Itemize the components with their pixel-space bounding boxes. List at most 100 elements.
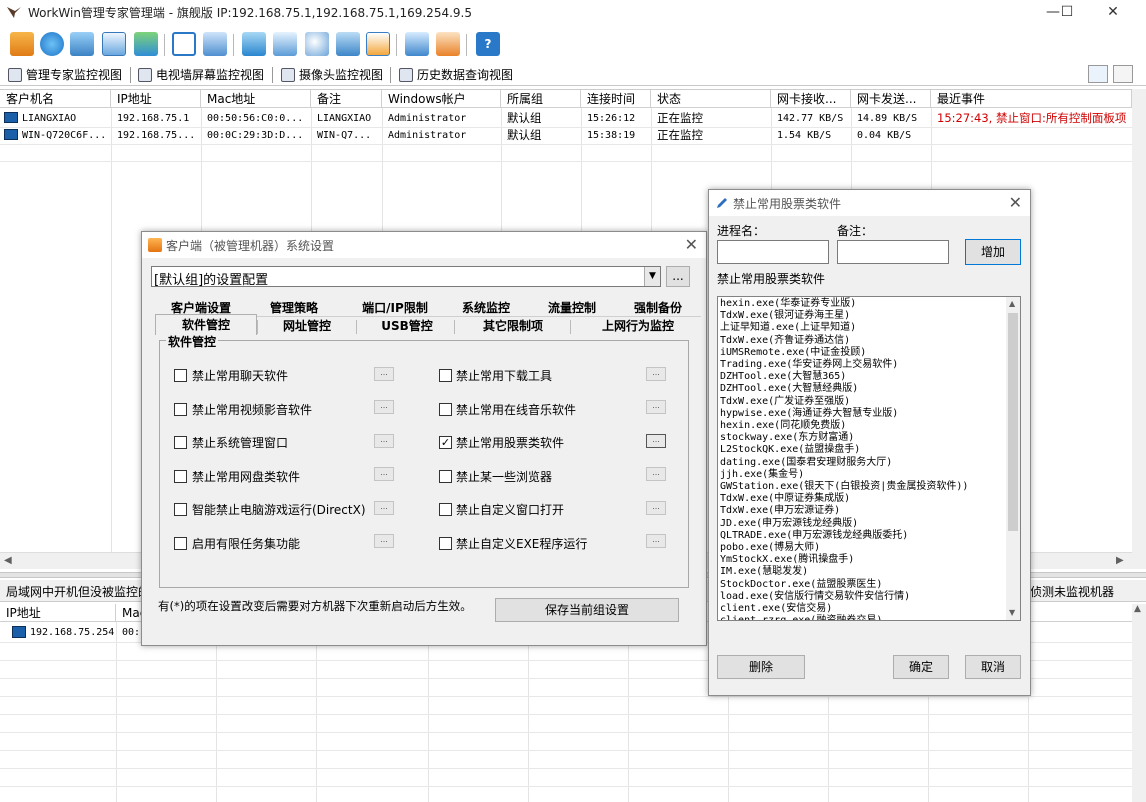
list-item[interactable]: DZHTool.exe(大智慧365) [720, 371, 846, 383]
stock-software-list[interactable]: hexin.exe(华泰证券专业版) TdxW.exe(银河证券海王星) 上证早知道… [717, 296, 1021, 621]
grid-icon[interactable] [172, 32, 196, 56]
chevron-down-icon[interactable]: ▼ [1009, 608, 1015, 617]
list-item[interactable]: jjh.exe(集金号) [720, 469, 804, 481]
checkbox-block-sys-window[interactable] [174, 436, 187, 449]
close-icon[interactable]: ✕ [1009, 193, 1022, 212]
report-icon[interactable] [102, 32, 126, 56]
checkbox-block-download[interactable] [439, 369, 452, 382]
list-item[interactable]: hypwise.exe(海通证券大智慧专业版) [720, 408, 898, 420]
maximize-button[interactable]: ☐ [1044, 0, 1090, 24]
tab-tvwall-view[interactable]: 电视墙屏幕监控视图 [136, 65, 264, 85]
col-header[interactable]: Windows帐户 [382, 90, 501, 108]
list-item[interactable]: hexin.exe(华泰证券专业版) [720, 298, 856, 310]
config-more-button[interactable]: ... [666, 266, 690, 287]
list-item[interactable]: GWStation.exe(银天下(白银投资|贵金属投资软件)) [720, 481, 968, 493]
col-header[interactable]: 状态 [651, 90, 771, 108]
list-item[interactable]: hexin.exe(同花顺免费版) [720, 420, 846, 432]
list-scrollbar[interactable]: ▲ ▼ [1006, 297, 1020, 620]
remark-input[interactable] [837, 240, 949, 264]
option-config-button[interactable]: ... [374, 400, 394, 414]
option-config-button[interactable]: ... [374, 534, 394, 548]
list-item[interactable]: TdxW.exe(申万宏源证券) [720, 505, 840, 517]
list-item[interactable]: dating.exe(国泰君安理财服务大厅) [720, 457, 892, 469]
list-item[interactable]: stockway.exe(东方财富通) [720, 432, 854, 444]
stock-dialog-titlebar[interactable]: 禁止常用股票类软件 ✕ [709, 190, 1030, 216]
process-name-input[interactable] [717, 240, 829, 264]
tab-management-policy[interactable]: 管理策略 [258, 299, 330, 316]
option-config-button[interactable]: ... [646, 367, 666, 381]
col-header[interactable]: 客户机名 [0, 90, 111, 108]
search-view-icon[interactable] [1088, 65, 1108, 83]
settings-icon[interactable] [70, 32, 94, 56]
scrollbar-thumb[interactable] [1008, 313, 1018, 531]
list-item[interactable]: pobo.exe(博易大师) [720, 542, 820, 554]
list-item[interactable]: iUMSRemote.exe(中证金投顾) [720, 347, 866, 359]
chevron-up-icon[interactable]: ▲ [1134, 604, 1141, 614]
tab-usb-control[interactable]: USB管控 [362, 317, 452, 334]
chevron-down-icon[interactable]: ▼ [644, 267, 660, 286]
tab-history-view[interactable]: 历史数据查询视图 [397, 65, 513, 85]
delete-button[interactable]: 删除 [717, 655, 805, 679]
tab-system-monitor[interactable]: 系统监控 [454, 299, 518, 316]
checkbox-block-games[interactable] [174, 503, 187, 516]
list-item[interactable]: TdxW.exe(银河证券海王星) [720, 310, 850, 322]
list-item[interactable]: JD.exe(申万宏源钱龙经典版) [720, 518, 858, 530]
cast-icon[interactable] [273, 32, 297, 56]
option-config-button[interactable]: ... [374, 367, 394, 381]
option-config-button[interactable]: ... [646, 534, 666, 548]
checkbox-limited-tasks[interactable] [174, 537, 187, 550]
alert-icon[interactable] [436, 32, 460, 56]
option-config-button[interactable]: ... [374, 501, 394, 515]
col-header[interactable]: Mac地址 [201, 90, 311, 108]
checkbox-block-stock[interactable]: ✓ [439, 436, 452, 449]
search-icon[interactable] [305, 32, 329, 56]
add-button[interactable]: 增加 [965, 239, 1021, 265]
tab-other-limits[interactable]: 其它限制项 [468, 317, 558, 334]
option-config-button[interactable]: ... [374, 467, 394, 481]
table-row[interactable]: WIN-Q720C6F... 192.168.75... 00:0C:29:3D… [0, 127, 1132, 144]
users-icon[interactable] [134, 32, 158, 56]
chart-icon[interactable] [366, 32, 390, 56]
option-config-button[interactable]: ... [646, 434, 666, 448]
config-select[interactable]: [默认组]的设置配置 ▼ [151, 266, 661, 288]
lower-vertical-scrollbar[interactable]: ▲ [1132, 604, 1146, 802]
network-icon[interactable] [336, 32, 360, 56]
list-item[interactable]: YmStockX.exe(腾讯操盘手) [720, 554, 854, 566]
save-group-settings-button[interactable]: 保存当前组设置 [495, 598, 679, 622]
monitor-icon[interactable] [10, 32, 34, 56]
list-item[interactable]: IM.exe(慧聪发发) [720, 566, 808, 578]
settings-dialog-titlebar[interactable]: 客户端（被管理机器）系统设置 ✕ [142, 232, 706, 258]
tab-camera-view[interactable]: 摄像头监控视图 [279, 65, 383, 85]
vertical-scrollbar[interactable] [1132, 89, 1146, 569]
tab-web-behavior[interactable]: 上网行为监控 [588, 317, 688, 334]
list-item[interactable]: L2StockQK.exe(益盟操盘手) [720, 444, 860, 456]
list-item[interactable]: StockDoctor.exe(益盟股票医生) [720, 579, 882, 591]
list-item[interactable]: 上证早知道.exe(上证早知道) [720, 322, 856, 334]
list-item[interactable]: QLTRADE.exe(申万宏源钱龙经典版委托) [720, 530, 908, 542]
col-header[interactable]: 最近事件 [931, 90, 1132, 108]
option-config-button[interactable]: ... [646, 400, 666, 414]
list-item[interactable]: load.exe(安信版行情交易软件安信行情) [720, 591, 910, 603]
tab-force-backup[interactable]: 强制备份 [626, 299, 690, 316]
checkbox-block-music[interactable] [439, 403, 452, 416]
list-item[interactable]: TdxW.exe(广发证券至强版) [720, 396, 850, 408]
close-icon[interactable]: ✕ [685, 235, 698, 254]
detect-unmonitored-label[interactable]: 侦测未监视机器 [1030, 583, 1114, 600]
help-icon[interactable]: ? [476, 32, 500, 56]
col-header[interactable]: 网卡接收... [771, 90, 851, 108]
chevron-up-icon[interactable]: ▲ [1009, 299, 1015, 308]
tab-traffic-control[interactable]: 流量控制 [540, 299, 604, 316]
list-item[interactable]: TdxW.exe(齐鲁证券通达信) [720, 335, 850, 347]
option-config-button[interactable]: ... [646, 501, 666, 515]
col-header[interactable]: 备注 [311, 90, 382, 108]
list-view-icon[interactable] [1113, 65, 1133, 83]
option-config-button[interactable]: ... [374, 434, 394, 448]
tab-port-ip-limit[interactable]: 端口/IP限制 [350, 299, 440, 316]
col-header[interactable]: IP地址 [111, 90, 201, 108]
list-item[interactable]: TdxW.exe(中原证券集成版) [720, 493, 850, 505]
col-header[interactable]: 网卡发送... [851, 90, 931, 108]
scroll-right-icon[interactable]: ▶ [1116, 555, 1124, 566]
checkbox-block-custom-window[interactable] [439, 503, 452, 516]
list-item[interactable]: Trading.exe(华安证券网上交易软件) [720, 359, 898, 371]
globe-icon[interactable] [40, 32, 64, 56]
